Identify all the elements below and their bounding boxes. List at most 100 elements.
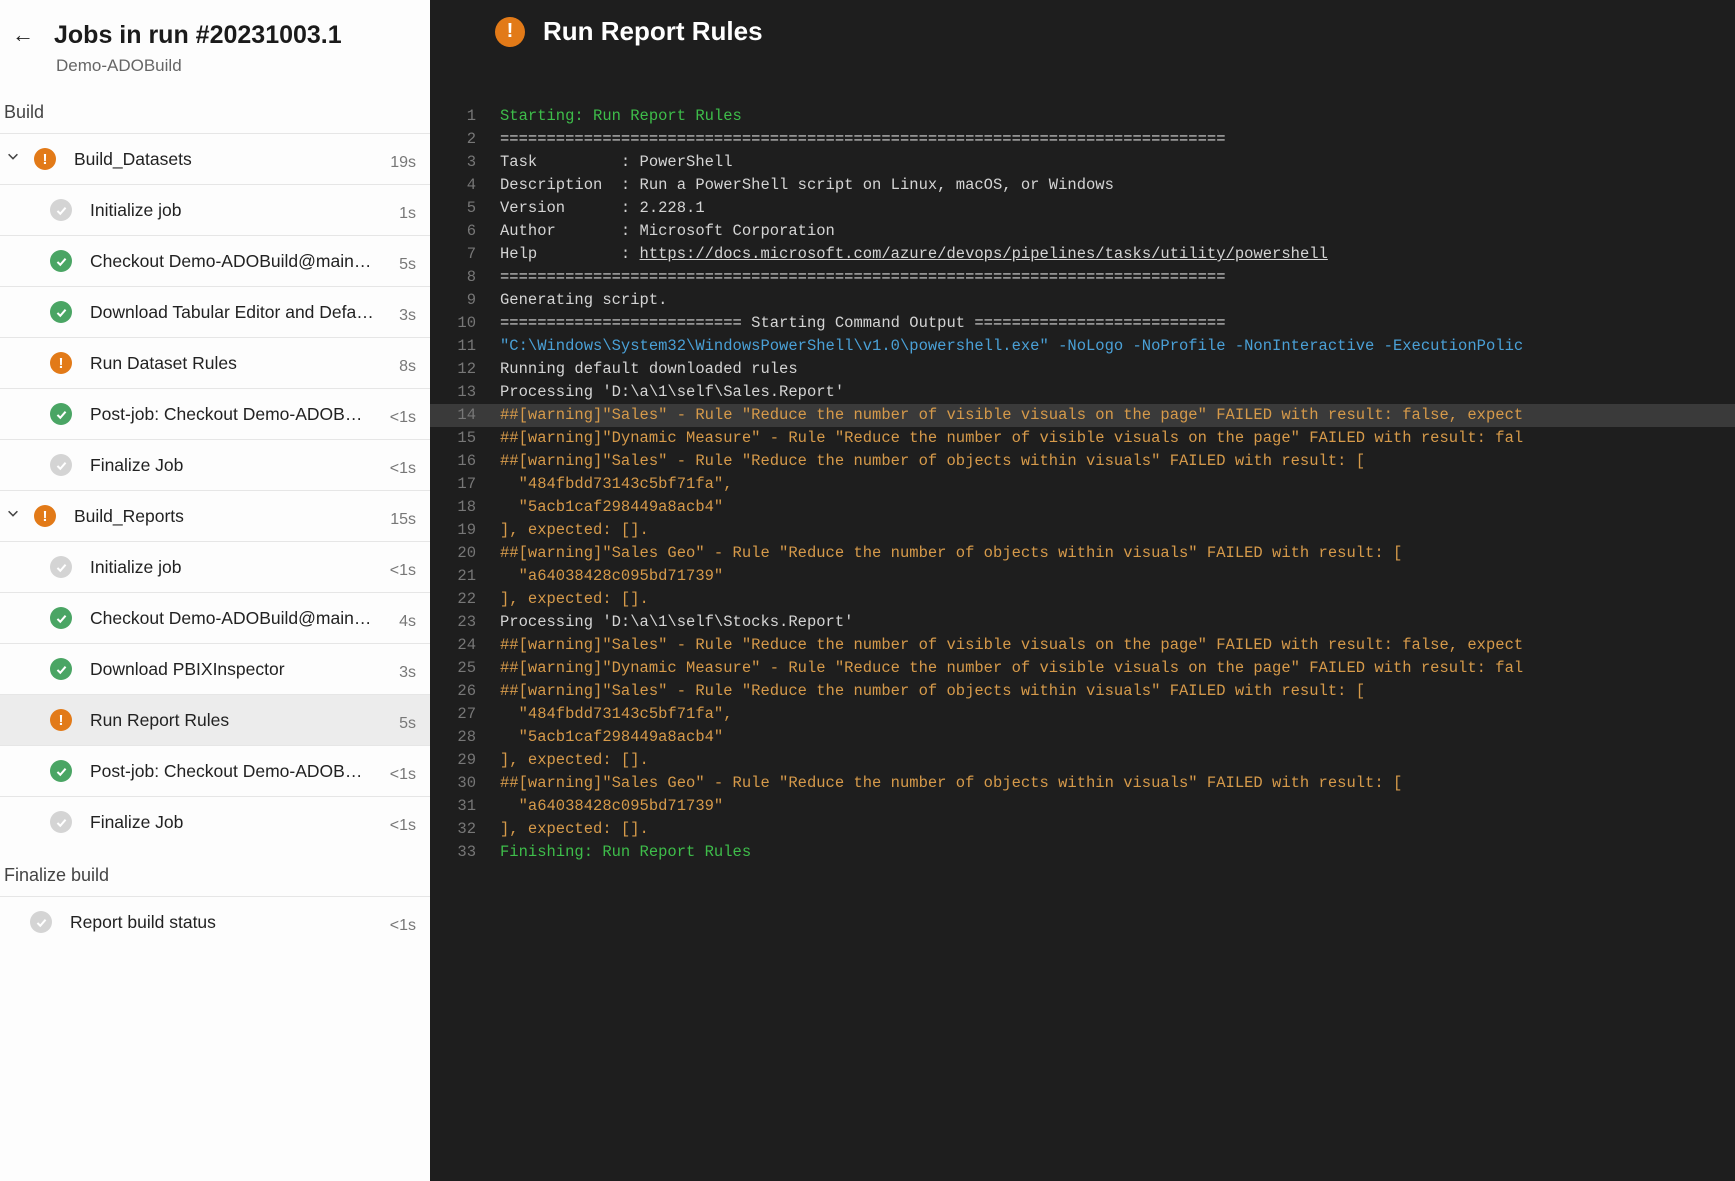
line-number: 10 <box>430 312 500 335</box>
step-row[interactable]: Initialize job<1s <box>0 541 430 592</box>
stage-header[interactable]: ! Build_Datasets19s <box>0 133 430 184</box>
line-text: Help : https://docs.microsoft.com/azure/… <box>500 243 1735 266</box>
stage-name: Build_Reports <box>74 506 390 527</box>
step-row[interactable]: Checkout Demo-ADOBuild@main…5s <box>0 235 430 286</box>
log-line: 26##[warning]"Sales" - Rule "Reduce the … <box>430 680 1735 703</box>
success-icon <box>50 607 72 629</box>
step-label: Report build status <box>70 912 390 933</box>
log-line: 17 "484fbdd73143c5bf71fa", <box>430 473 1735 496</box>
line-number: 2 <box>430 128 500 151</box>
step-label: Post-job: Checkout Demo-ADOB… <box>90 404 390 425</box>
log-line: 33Finishing: Run Report Rules <box>430 841 1735 864</box>
stage-duration: 15s <box>390 511 416 529</box>
warning-icon: ! <box>34 148 56 170</box>
line-number: 8 <box>430 266 500 289</box>
step-duration: 3s <box>399 664 416 682</box>
log-line: 6Author : Microsoft Corporation <box>430 220 1735 243</box>
line-text: ], expected: []. <box>500 588 1735 611</box>
step-label: Checkout Demo-ADOBuild@main… <box>90 608 399 629</box>
stage-name: Build_Datasets <box>74 149 390 170</box>
line-text: Version : 2.228.1 <box>500 197 1735 220</box>
chevron-down-icon <box>6 149 22 167</box>
line-text: ##[warning]"Sales" - Rule "Reduce the nu… <box>500 404 1735 427</box>
step-row[interactable]: Report build status<1s <box>0 896 430 947</box>
line-number: 3 <box>430 151 500 174</box>
step-duration: 8s <box>399 358 416 376</box>
step-label: Initialize job <box>90 200 399 221</box>
success-icon <box>50 403 72 425</box>
help-link[interactable]: https://docs.microsoft.com/azure/devops/… <box>640 245 1328 263</box>
line-number: 4 <box>430 174 500 197</box>
line-number: 18 <box>430 496 500 519</box>
step-row[interactable]: Post-job: Checkout Demo-ADOB…<1s <box>0 745 430 796</box>
step-row[interactable]: Checkout Demo-ADOBuild@main…4s <box>0 592 430 643</box>
log-line: 7Help : https://docs.microsoft.com/azure… <box>430 243 1735 266</box>
step-row[interactable]: Finalize Job<1s <box>0 796 430 847</box>
log-line: 31 "a64038428c095bd71739" <box>430 795 1735 818</box>
line-number: 16 <box>430 450 500 473</box>
line-number: 31 <box>430 795 500 818</box>
panel-header: ← Jobs in run #20231003.1 Demo-ADOBuild <box>0 0 430 96</box>
completed-icon <box>30 911 52 933</box>
line-text: "C:\Windows\System32\WindowsPowerShell\v… <box>500 335 1735 358</box>
line-text: ##[warning]"Sales Geo" - Rule "Reduce th… <box>500 772 1735 795</box>
chevron-down-icon <box>6 506 22 524</box>
step-duration: 5s <box>399 715 416 733</box>
line-text: Processing 'D:\a\1\self\Stocks.Report' <box>500 611 1735 634</box>
line-text: Task : PowerShell <box>500 151 1735 174</box>
line-number: 28 <box>430 726 500 749</box>
step-row[interactable]: Initialize job1s <box>0 184 430 235</box>
jobs-panel: ← Jobs in run #20231003.1 Demo-ADOBuild … <box>0 0 430 1181</box>
line-text: ##[warning]"Sales" - Rule "Reduce the nu… <box>500 680 1735 703</box>
stage-duration: 19s <box>390 154 416 172</box>
line-number: 20 <box>430 542 500 565</box>
line-text: Author : Microsoft Corporation <box>500 220 1735 243</box>
step-duration: <1s <box>390 562 416 580</box>
stage-header[interactable]: !Build_Reports15s <box>0 490 430 541</box>
line-text: ========================================… <box>500 128 1735 151</box>
step-row[interactable]: Download Tabular Editor and Defa…3s <box>0 286 430 337</box>
step-row[interactable]: Download PBIXInspector3s <box>0 643 430 694</box>
step-label: Checkout Demo-ADOBuild@main… <box>90 251 399 272</box>
step-duration: 1s <box>399 205 416 223</box>
line-number: 5 <box>430 197 500 220</box>
step-duration: 3s <box>399 307 416 325</box>
step-duration: <1s <box>390 917 416 935</box>
line-text: "5acb1caf298449a8acb4" <box>500 496 1735 519</box>
line-text: "484fbdd73143c5bf71fa", <box>500 473 1735 496</box>
line-text: ##[warning]"Sales" - Rule "Reduce the nu… <box>500 634 1735 657</box>
log-line: 24##[warning]"Sales" - Rule "Reduce the … <box>430 634 1735 657</box>
line-number: 19 <box>430 519 500 542</box>
line-number: 23 <box>430 611 500 634</box>
back-arrow-icon[interactable]: ← <box>4 16 42 54</box>
step-label: Run Report Rules <box>90 710 399 731</box>
step-label: Download Tabular Editor and Defa… <box>90 302 399 323</box>
panel-subtitle: Demo-ADOBuild <box>4 56 430 76</box>
line-text: Starting: Run Report Rules <box>500 105 1735 128</box>
line-number: 33 <box>430 841 500 864</box>
line-text: ##[warning]"Dynamic Measure" - Rule "Red… <box>500 657 1735 680</box>
log-line: 18 "5acb1caf298449a8acb4" <box>430 496 1735 519</box>
step-label: Finalize Job <box>90 455 390 476</box>
log-line: 11"C:\Windows\System32\WindowsPowerShell… <box>430 335 1735 358</box>
step-duration: <1s <box>390 766 416 784</box>
line-number: 30 <box>430 772 500 795</box>
warning-icon: ! <box>50 709 72 731</box>
step-row[interactable]: !Run Dataset Rules8s <box>0 337 430 388</box>
step-row[interactable]: ! Run Report Rules5s <box>0 694 430 745</box>
log-line: 32], expected: []. <box>430 818 1735 841</box>
line-text: ========================== Starting Comm… <box>500 312 1735 335</box>
line-number: 12 <box>430 358 500 381</box>
log-line: 1Starting: Run Report Rules <box>430 105 1735 128</box>
log-line: 10========================== Starting Co… <box>430 312 1735 335</box>
line-number: 15 <box>430 427 500 450</box>
log-line: 22], expected: []. <box>430 588 1735 611</box>
step-row[interactable]: Finalize Job<1s <box>0 439 430 490</box>
log-line: 23Processing 'D:\a\1\self\Stocks.Report' <box>430 611 1735 634</box>
log-output[interactable]: 1Starting: Run Report Rules2============… <box>430 65 1735 1181</box>
log-line: 20##[warning]"Sales Geo" - Rule "Reduce … <box>430 542 1735 565</box>
step-label: Initialize job <box>90 557 390 578</box>
line-number: 13 <box>430 381 500 404</box>
line-text: Finishing: Run Report Rules <box>500 841 1735 864</box>
step-row[interactable]: Post-job: Checkout Demo-ADOB…<1s <box>0 388 430 439</box>
